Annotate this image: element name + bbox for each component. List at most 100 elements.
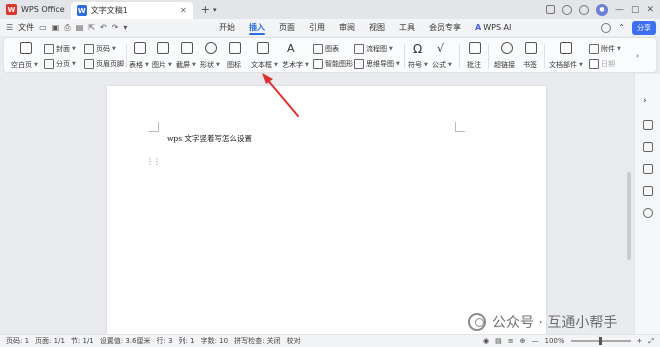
collapse-sidebar-icon[interactable]: › xyxy=(643,96,647,106)
bookmark-label: 书签 xyxy=(523,61,537,69)
chart-button[interactable]: 图表 xyxy=(313,44,339,54)
zoom-slider[interactable] xyxy=(570,337,631,345)
chevron-down-icon: ▼ xyxy=(617,46,621,52)
hyperlink-button[interactable]: 超链接 xyxy=(494,60,515,70)
date-label: 日期 xyxy=(601,60,615,68)
export-icon[interactable]: ⇱ xyxy=(88,23,95,32)
doc-parts-button[interactable]: 文档部件 ▼ xyxy=(549,60,583,70)
cover-button[interactable]: 封面 ▼ xyxy=(44,44,76,54)
new-tab-button[interactable]: + xyxy=(201,3,210,16)
textbox-button[interactable]: 文本框 ▼ xyxy=(251,60,278,70)
style-icon[interactable] xyxy=(643,164,653,174)
doc-parts-icon xyxy=(560,42,572,54)
eye-icon[interactable]: ◉ xyxy=(483,337,489,345)
status-position: 设置值: 3.6厘米 xyxy=(99,337,151,345)
more-chevron-icon[interactable]: ▾ xyxy=(123,23,127,32)
document-text[interactable]: wps 文字竖着写怎么设置 xyxy=(167,133,252,144)
zoom-slider-thumb[interactable] xyxy=(598,337,602,345)
tab-page[interactable]: 页面 xyxy=(272,19,302,36)
tab-tools[interactable]: 工具 xyxy=(392,19,422,36)
box-icon[interactable] xyxy=(561,4,572,15)
icons-icon xyxy=(229,42,241,54)
shape-icon[interactable] xyxy=(643,186,653,196)
tab-member[interactable]: 会员专享 xyxy=(422,19,468,36)
document-page[interactable]: ⋮⋮ wps 文字竖着写怎么设置 xyxy=(107,86,546,336)
wps-ai-icon: A xyxy=(475,23,482,32)
screenshot-button[interactable]: 截屏 ▼ xyxy=(176,60,196,70)
comment-button[interactable]: 批注 xyxy=(467,60,481,70)
tab-view[interactable]: 视图 xyxy=(362,19,392,36)
outline-view-icon[interactable]: ≡ xyxy=(508,337,514,345)
menu-icon[interactable]: ☰ xyxy=(6,23,13,32)
attachment-icon xyxy=(589,44,599,54)
settings-icon[interactable] xyxy=(578,4,589,15)
flowchart-button[interactable]: 流程图 ▼ xyxy=(354,44,393,54)
drag-handle-icon[interactable]: ⋮⋮ xyxy=(146,157,161,166)
select-icon[interactable] xyxy=(643,120,653,130)
tab-review[interactable]: 审阅 xyxy=(332,19,362,36)
table-button[interactable]: 表格 ▼ xyxy=(129,60,149,70)
document-tab-title: 文字文稿1 xyxy=(90,6,128,15)
redo-icon[interactable]: ↷ xyxy=(112,23,119,32)
ribbon-divider xyxy=(459,44,460,68)
shapes-button[interactable]: 形状 ▼ xyxy=(200,60,220,70)
symbol-button[interactable]: 符号 ▼ xyxy=(408,60,428,70)
cloud-icon[interactable] xyxy=(601,22,612,33)
vertical-scrollbar[interactable] xyxy=(627,172,631,260)
formula-button[interactable]: 公式 ▼ xyxy=(432,60,452,70)
header-footer-button[interactable]: 页眉页脚 xyxy=(84,59,124,69)
web-view-icon[interactable]: ⊕ xyxy=(520,337,526,345)
open-icon[interactable]: ▭ xyxy=(39,23,47,32)
zoom-in-icon[interactable]: + xyxy=(637,337,643,345)
ribbon-more-button[interactable]: › xyxy=(636,52,639,60)
wechat-logo-icon xyxy=(468,313,486,331)
tab-menu-chevron-icon[interactable]: ▾ xyxy=(213,6,217,14)
bookmark-button[interactable]: 书签 xyxy=(523,60,537,70)
status-spell-check[interactable]: 拼写检查: 关闭 xyxy=(228,336,281,346)
zoom-level[interactable]: 100% xyxy=(545,337,565,345)
mindmap-button[interactable]: 思维导图 ▼ xyxy=(354,59,400,69)
close-icon[interactable]: ✕ xyxy=(646,5,654,15)
print-icon[interactable]: ⎙ xyxy=(64,23,70,33)
avatar[interactable]: ● xyxy=(595,3,608,16)
print-preview-icon[interactable]: ▤ xyxy=(76,23,84,32)
wordart-button[interactable]: 艺术字 ▼ xyxy=(282,60,309,70)
help-icon[interactable] xyxy=(643,208,653,218)
status-proofread[interactable]: 校对 xyxy=(281,336,301,346)
save-icon[interactable]: ▣ xyxy=(52,23,60,32)
close-tab-icon[interactable]: ✕ xyxy=(180,6,187,15)
date-button[interactable]: 日期 xyxy=(589,59,615,69)
flowchart-label: 流程图 xyxy=(366,45,387,53)
share-button[interactable]: 分享 xyxy=(632,20,656,35)
document-tab[interactable]: W 文字文稿1 ✕ xyxy=(70,2,193,19)
icons-button[interactable]: 图标 xyxy=(227,60,241,70)
adjust-icon[interactable] xyxy=(643,142,653,152)
monitor-icon[interactable] xyxy=(545,5,555,14)
tab-wps-ai[interactable]: A WPS AI xyxy=(468,19,518,36)
picture-button[interactable]: 图片 ▼ xyxy=(152,60,172,70)
smart-shape-button[interactable]: 智能图形 xyxy=(313,59,353,69)
undo-icon[interactable]: ↶ xyxy=(100,23,107,32)
blank-page-button[interactable]: 空白页 ▼ xyxy=(11,60,38,70)
doc-parts-label: 文档部件 xyxy=(549,61,577,69)
maximize-icon[interactable]: ▢ xyxy=(631,5,640,15)
chevron-down-icon: ▼ xyxy=(579,62,583,68)
minimize-icon[interactable]: — xyxy=(615,5,624,15)
zoom-out-icon[interactable]: — xyxy=(532,337,539,345)
page-break-button[interactable]: 分页 ▼ xyxy=(44,59,76,69)
attachment-button[interactable]: 附件 ▼ xyxy=(589,44,621,54)
page-view-icon[interactable]: ▤ xyxy=(495,337,502,345)
chevron-down-icon: ▼ xyxy=(389,46,393,52)
page-number-button[interactable]: 页码 ▼ xyxy=(84,44,116,54)
fit-page-icon[interactable]: ⤢ xyxy=(648,337,654,346)
app-home-tab[interactable]: W WPS Office xyxy=(0,0,71,19)
status-word-count[interactable]: 字数: 10 xyxy=(195,336,229,346)
bookmark-icon xyxy=(525,42,537,54)
tab-references[interactable]: 引用 xyxy=(302,19,332,36)
chevron-down-icon: ▼ xyxy=(396,61,400,67)
ribbon-tabs: 开始 插入 页面 引用 审阅 视图 工具 会员专享 A WPS AI xyxy=(212,19,518,36)
tab-insert[interactable]: 插入 xyxy=(242,19,272,36)
file-menu[interactable]: 文件 xyxy=(18,22,34,33)
collapse-ribbon-icon[interactable]: ⌃ xyxy=(618,23,625,32)
tab-home[interactable]: 开始 xyxy=(212,19,242,36)
